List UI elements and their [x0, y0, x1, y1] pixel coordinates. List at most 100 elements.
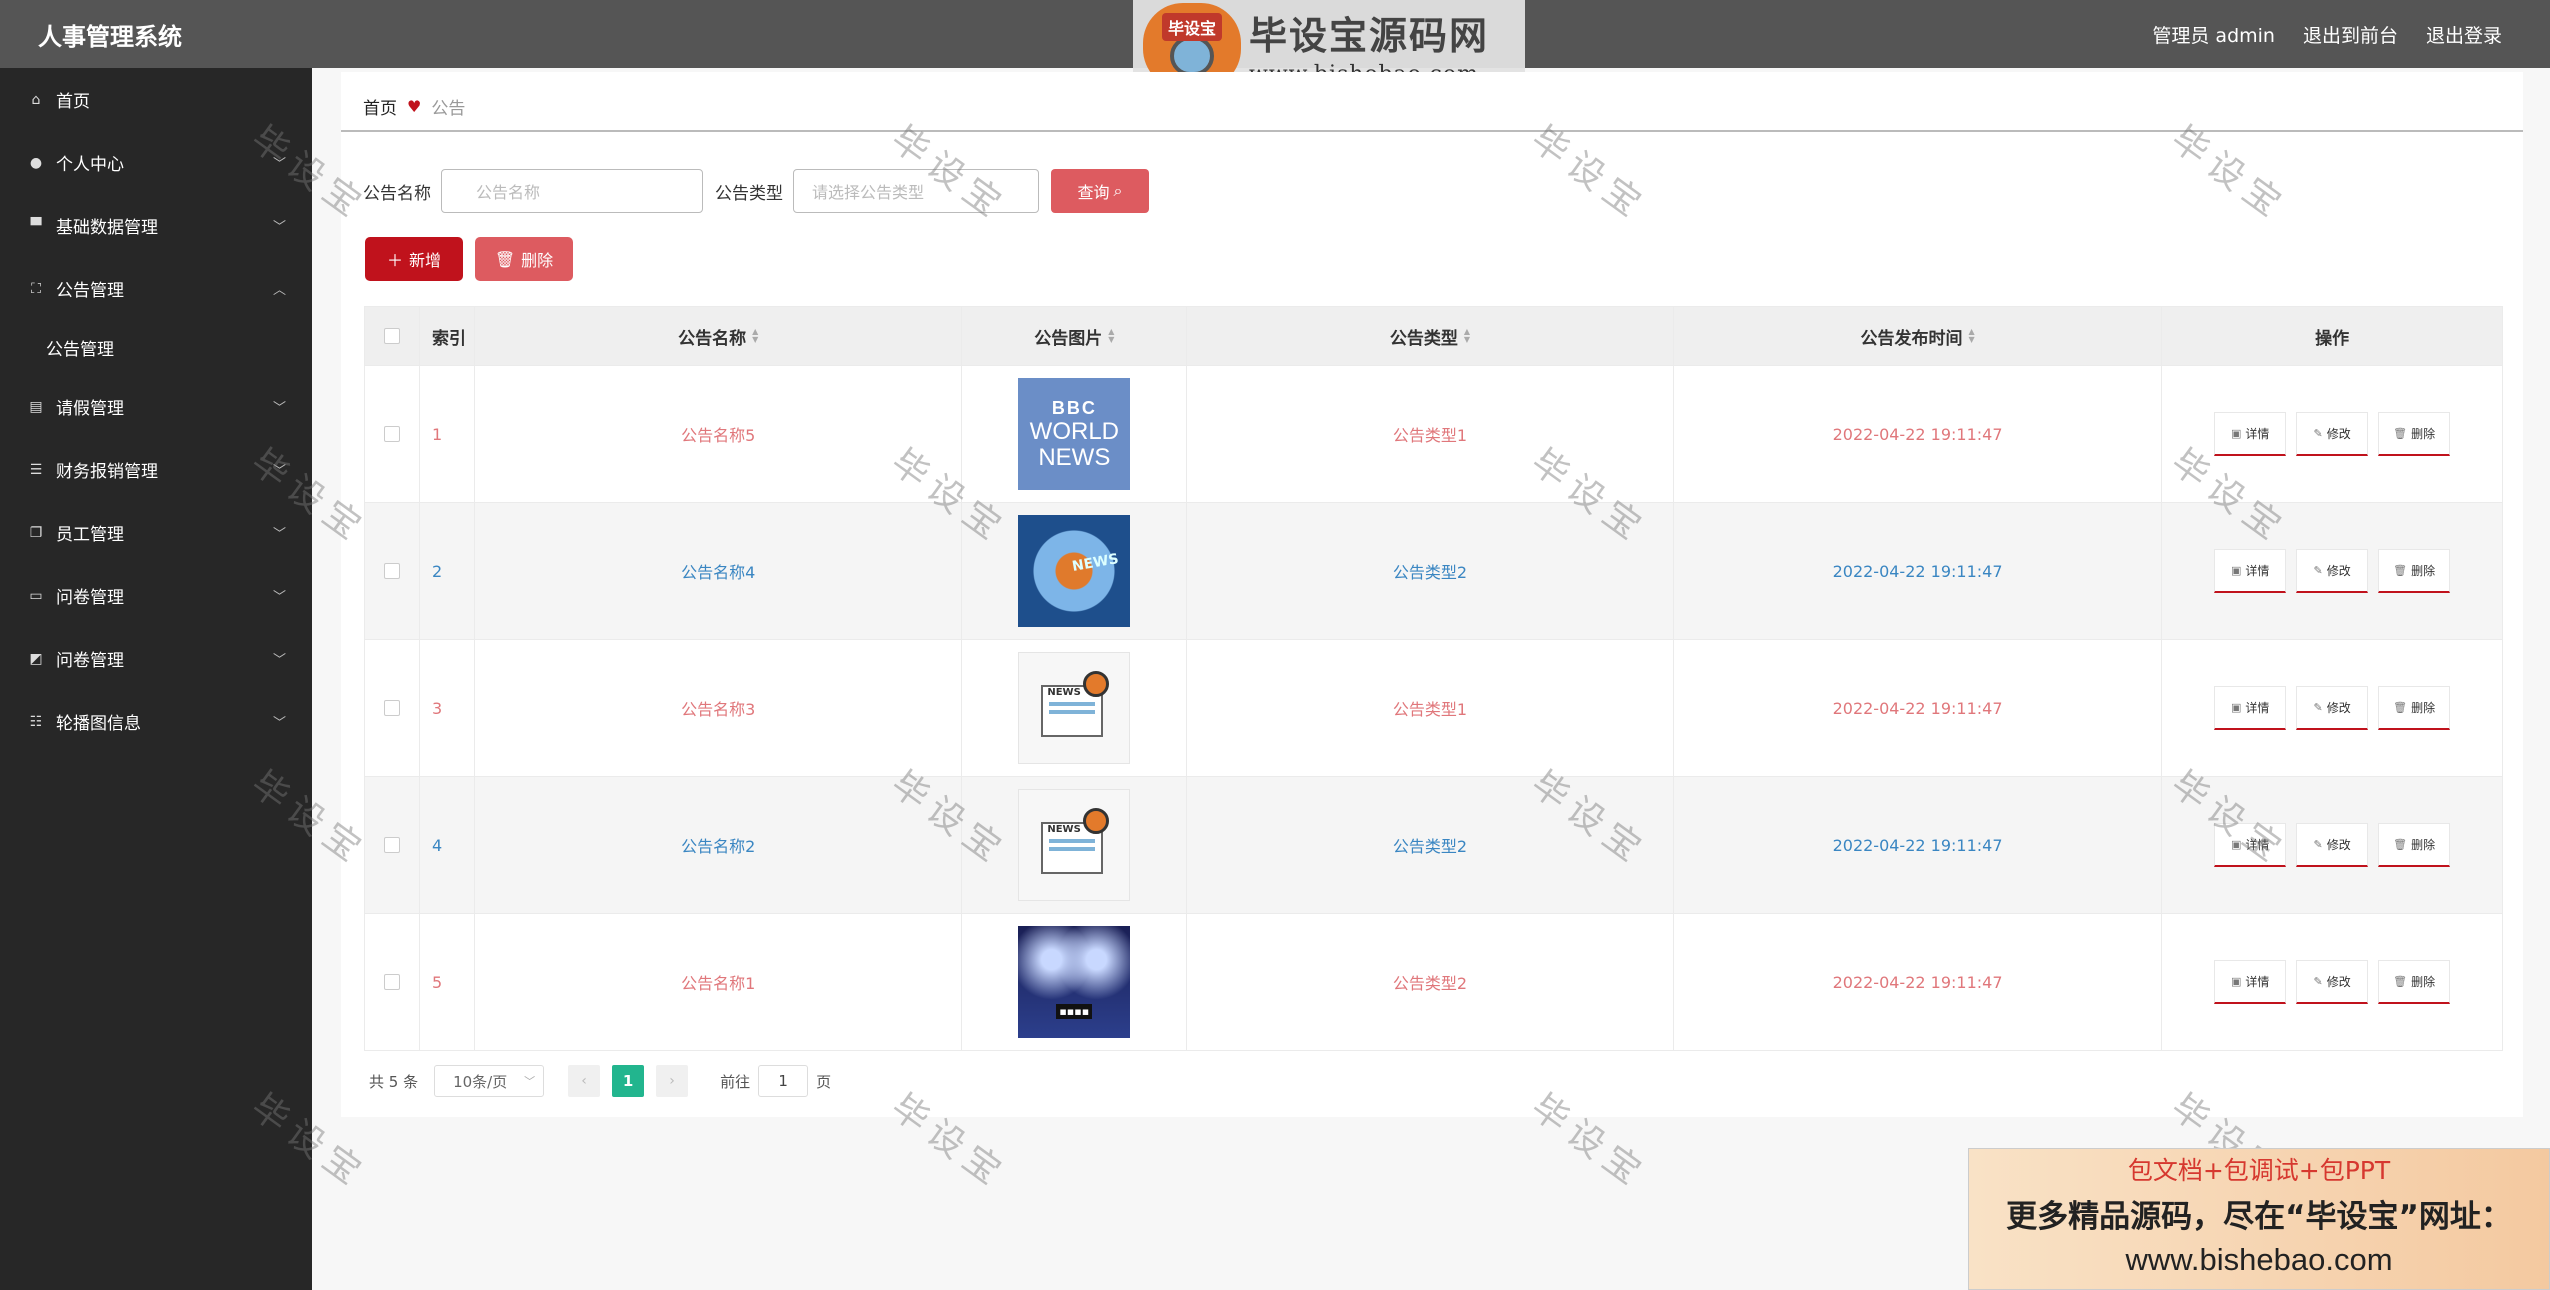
- delete-button[interactable]: 🗑 删除: [2378, 960, 2451, 1004]
- query-button[interactable]: 查询 ⌕: [1051, 169, 1149, 213]
- chevron-down-icon: ﹀: [272, 653, 286, 668]
- notice-image-newspaper[interactable]: NEWS: [1018, 652, 1131, 764]
- sidebar-item-staff[interactable]: ❐ 员工管理 ﹀: [0, 501, 312, 564]
- page-size-value: 10条/页: [453, 1072, 508, 1091]
- row-checkbox[interactable]: [383, 426, 400, 442]
- promo-line-2: 更多精品源码，尽在“毕设宝”网址：: [2006, 1199, 2512, 1235]
- prev-page-button[interactable]: ‹: [568, 1065, 601, 1097]
- add-button[interactable]: ＋ 新增: [365, 237, 463, 281]
- delete-button[interactable]: 🗑 删除: [2378, 549, 2451, 593]
- to-front-link[interactable]: 退出到前台: [2303, 21, 2398, 48]
- delete-label: 删除: [2411, 838, 2436, 852]
- page-number-current[interactable]: 1: [612, 1065, 645, 1097]
- type-filter-select[interactable]: 请选择公告类型: [793, 169, 1039, 213]
- logout-link[interactable]: 退出登录: [2426, 21, 2502, 48]
- chevron-down-icon: ﹀: [272, 157, 286, 172]
- notice-image-bbc-world-news[interactable]: BBC WORLD NEWS: [1018, 378, 1131, 490]
- detail-button[interactable]: ▣ 详情: [2214, 960, 2287, 1004]
- sidebar-item-survey-1[interactable]: ▭ 问卷管理 ﹀: [0, 564, 312, 627]
- row-checkbox[interactable]: [383, 563, 400, 579]
- row-checkbox[interactable]: [383, 700, 400, 716]
- plus-icon: ＋: [386, 251, 403, 270]
- detail-button[interactable]: ▣ 详情: [2214, 686, 2287, 730]
- edit-icon: ✎: [2313, 564, 2323, 577]
- edit-button[interactable]: ✎ 修改: [2296, 686, 2369, 730]
- edit-button[interactable]: ✎ 修改: [2296, 412, 2369, 456]
- sidebar-item-carousel[interactable]: ☷ 轮播图信息 ﹀: [0, 690, 312, 753]
- detail-button[interactable]: ▣ 详情: [2214, 549, 2287, 593]
- chevron-down-icon: ﹀: [272, 527, 286, 542]
- sidebar-item-leave[interactable]: ▤ 请假管理 ﹀: [0, 375, 312, 438]
- delete-label: 删除: [2411, 564, 2436, 578]
- table-row: 4 公告名称2 NEWS 公告类型2 2022-04-22 19:11:47 ▣…: [365, 776, 2502, 913]
- sidebar-item-home[interactable]: ⌂ 首页: [0, 68, 312, 131]
- row-type: 公告类型1: [1187, 640, 1674, 776]
- table-row: 1 公告名称5 BBC WORLD NEWS 公告类型1 2022-04-22 …: [365, 365, 2502, 502]
- delete-label: 删除: [2411, 975, 2436, 989]
- row-type: 公告类型2: [1187, 503, 1674, 639]
- name-filter-label: 公告名称: [363, 183, 431, 204]
- edit-label: 修改: [2326, 975, 2351, 989]
- search-icon: ⌕: [1113, 181, 1123, 200]
- sidebar-item-finance[interactable]: ☰ 财务报销管理 ﹀: [0, 438, 312, 501]
- notice-image-newspaper[interactable]: NEWS: [1018, 789, 1131, 901]
- promo-line-3: www.bishebao.com: [2125, 1242, 2393, 1277]
- header-user-menu: 管理员 admin 退出到前台 退出登录: [2152, 0, 2502, 68]
- chevron-up-icon: ︿: [272, 283, 286, 298]
- batch-delete-button[interactable]: 🗑 删除: [475, 237, 573, 281]
- next-page-button[interactable]: ›: [656, 1065, 689, 1097]
- sidebar-subitem-notice-manage[interactable]: 公告管理: [0, 320, 312, 375]
- sidebar-item-label: 个人中心: [56, 155, 124, 175]
- sidebar-item-notice[interactable]: ⛶ 公告管理 ︿: [0, 257, 312, 320]
- notice-image-stage[interactable]: ▪▪▪▪: [1018, 926, 1131, 1038]
- row-type: 公告类型2: [1187, 914, 1674, 1050]
- edit-label: 修改: [2326, 838, 2351, 852]
- sidebar-item-personal[interactable]: ● 个人中心 ﹀: [0, 131, 312, 194]
- edit-button[interactable]: ✎ 修改: [2296, 549, 2369, 593]
- pagination: 共 5 条 10条/页 ﹀ ‹ 1 › 前往 1 页: [369, 1065, 831, 1097]
- notice-image-globe-news[interactable]: NEWS: [1018, 515, 1131, 627]
- sidebar-item-survey-2[interactable]: ◩ 问卷管理 ﹀: [0, 627, 312, 690]
- row-time: 2022-04-22 19:11:47: [1674, 503, 2163, 639]
- delete-button[interactable]: 🗑 删除: [2378, 686, 2451, 730]
- detail-label: 详情: [2245, 838, 2270, 852]
- column-image[interactable]: 公告图片 ▲ ▼: [962, 307, 1188, 365]
- sort-icon: ▲ ▼: [1968, 327, 1975, 344]
- detail-button[interactable]: ▣ 详情: [2214, 823, 2287, 867]
- column-time[interactable]: 公告发布时间 ▲ ▼: [1674, 307, 2163, 365]
- trash-icon: 🗑: [2393, 427, 2408, 440]
- edit-button[interactable]: ✎ 修改: [2296, 960, 2369, 1004]
- column-index: 索引: [420, 307, 475, 365]
- add-button-label: 新增: [409, 251, 442, 270]
- goto-page-input[interactable]: 1: [758, 1065, 809, 1097]
- name-filter-input[interactable]: 公告名称: [441, 169, 703, 213]
- page-size-select[interactable]: 10条/页 ﹀: [434, 1065, 545, 1097]
- row-index: 5: [420, 914, 475, 1050]
- sort-icon: ▲ ▼: [752, 327, 759, 344]
- trash-icon: 🗑: [494, 249, 516, 269]
- chevron-down-icon: ﹀: [272, 716, 286, 731]
- detail-label: 详情: [2245, 427, 2270, 441]
- survey-icon: ▭: [29, 587, 43, 604]
- select-all-cell: [365, 307, 420, 365]
- row-checkbox[interactable]: [383, 837, 400, 853]
- select-all-checkbox[interactable]: [383, 328, 400, 344]
- admin-user-label[interactable]: 管理员 admin: [2152, 21, 2275, 48]
- column-name[interactable]: 公告名称 ▲ ▼: [475, 307, 963, 365]
- mascot-icon: [1170, 36, 1214, 76]
- delete-button[interactable]: 🗑 删除: [2378, 412, 2451, 456]
- delete-button[interactable]: 🗑 删除: [2378, 823, 2451, 867]
- edit-button[interactable]: ✎ 修改: [2296, 823, 2369, 867]
- row-checkbox[interactable]: [383, 974, 400, 990]
- breadcrumb-current: 公告: [431, 99, 466, 119]
- sidebar-item-basic-data[interactable]: ▀ 基础数据管理 ﹀: [0, 194, 312, 257]
- column-type[interactable]: 公告类型 ▲ ▼: [1187, 307, 1674, 365]
- column-name-label: 公告名称: [678, 328, 747, 349]
- app-title: 人事管理系统: [38, 22, 182, 51]
- document-icon: ▣: [2230, 564, 2242, 577]
- breadcrumb-home[interactable]: 首页: [363, 94, 397, 119]
- sort-icon: ▲ ▼: [1463, 327, 1471, 344]
- detail-button[interactable]: ▣ 详情: [2214, 412, 2287, 456]
- edit-icon: ✎: [2313, 701, 2323, 714]
- column-image-label: 公告图片: [1034, 328, 1103, 349]
